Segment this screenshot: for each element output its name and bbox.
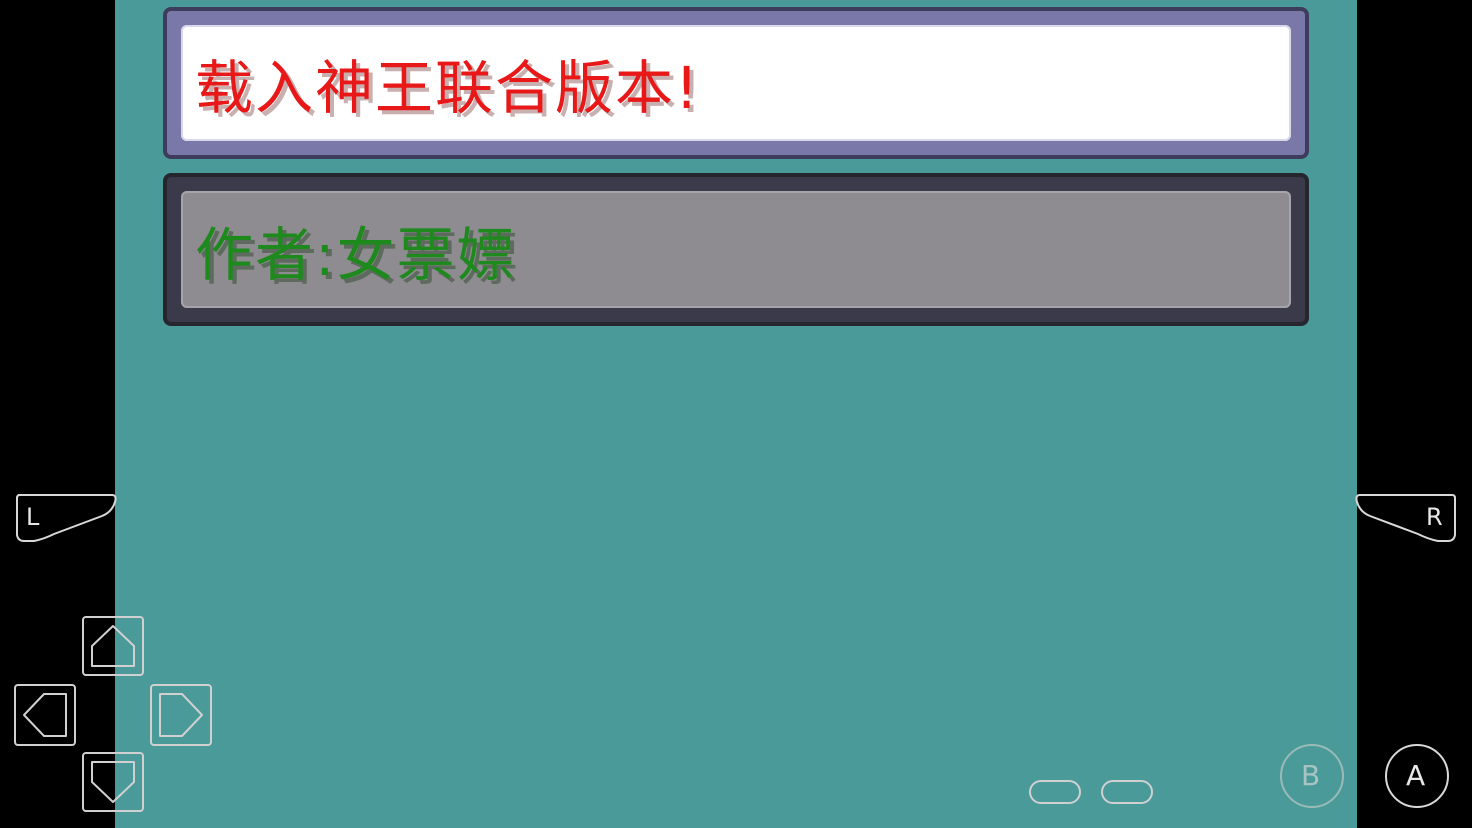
select-pill-icon	[1029, 780, 1081, 804]
title-message-box: 载入神王联合版本!	[163, 7, 1309, 159]
dpad-up-button[interactable]	[82, 616, 144, 676]
emulator-view: 载入神王联合版本! 作者:女票嫖 L R B A	[0, 0, 1472, 828]
shoulder-button-left[interactable]: L	[14, 490, 118, 546]
game-screen[interactable]: 载入神王联合版本! 作者:女票嫖	[115, 0, 1357, 828]
author-message-inner: 作者:女票嫖	[181, 191, 1291, 308]
author-message-text: 作者:女票嫖	[195, 220, 517, 289]
dpad-left-button[interactable]	[14, 684, 76, 746]
dpad-down-button[interactable]	[82, 752, 144, 812]
title-message-text: 载入神王联合版本!	[195, 54, 701, 122]
shoulder-left-label: L	[26, 503, 40, 531]
start-button[interactable]	[1100, 779, 1154, 805]
shoulder-button-right[interactable]: R	[1354, 490, 1458, 546]
shoulder-right-label: R	[1426, 503, 1443, 531]
a-button[interactable]: A	[1384, 743, 1450, 809]
b-button[interactable]: B	[1279, 743, 1345, 809]
dpad-right-button[interactable]	[150, 684, 212, 746]
b-button-label: B	[1301, 759, 1321, 792]
arrow-right-icon	[150, 684, 212, 746]
author-message-box: 作者:女票嫖	[163, 173, 1309, 326]
arrow-down-icon	[82, 752, 144, 812]
arrow-left-icon	[14, 684, 76, 746]
arrow-up-icon	[82, 616, 144, 676]
title-message-inner: 载入神王联合版本!	[181, 25, 1291, 141]
start-pill-icon	[1101, 780, 1153, 804]
a-button-label: A	[1406, 759, 1426, 792]
select-button[interactable]	[1028, 779, 1082, 805]
